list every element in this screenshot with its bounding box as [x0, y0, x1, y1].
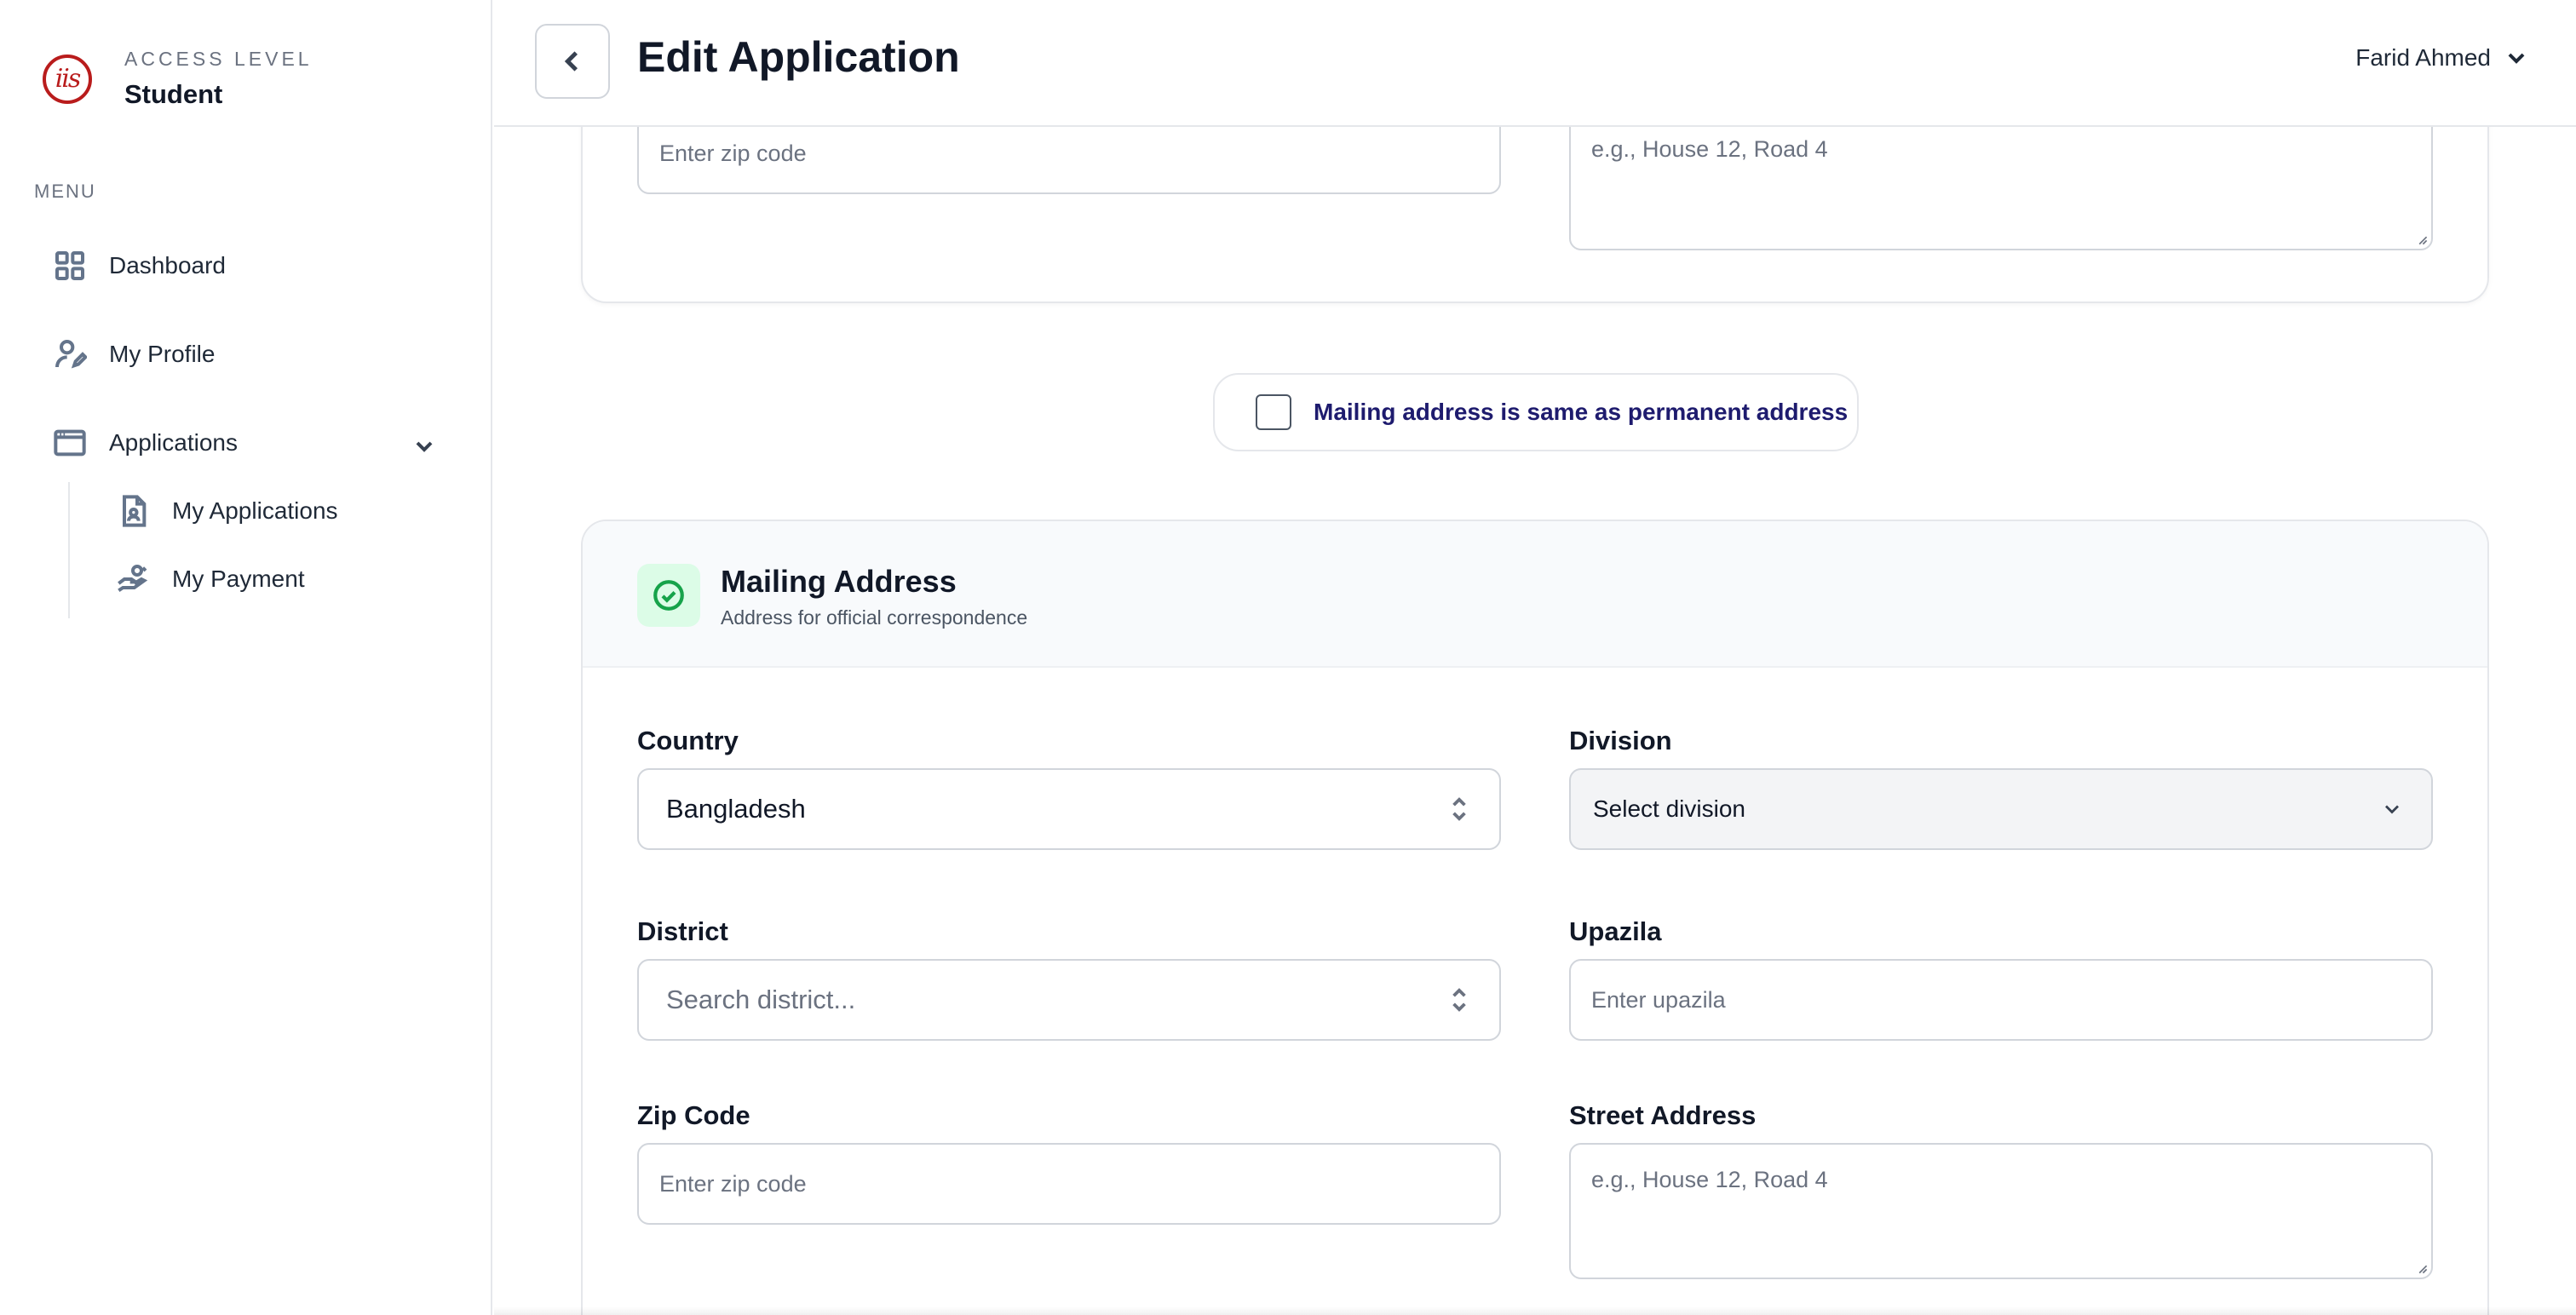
access-level: ACCESS LEVEL Student	[124, 48, 313, 110]
user-menu[interactable]: Farid Ahmed	[2355, 44, 2530, 72]
submenu-guide-line	[68, 482, 70, 618]
sidebar-item-applications[interactable]: Applications	[53, 426, 238, 460]
street-address-placeholder: e.g., House 12, Road 4	[1591, 136, 1828, 162]
sidebar-item-label: Applications	[109, 429, 238, 456]
upazila-input[interactable]: Enter upazila	[1569, 959, 2433, 1041]
permanent-street-address-input[interactable]: e.g., House 12, Road 4	[1569, 112, 2433, 250]
check-circle-icon	[637, 564, 700, 627]
sidebar-item-label: My Profile	[109, 341, 216, 367]
sidebar-item-my-applications[interactable]: My Applications	[116, 494, 338, 528]
zip-code-placeholder: Enter zip code	[659, 140, 807, 166]
district-select[interactable]: Search district...	[637, 959, 1501, 1041]
chevron-down-icon	[2385, 805, 2399, 814]
user-name: Farid Ahmed	[2355, 44, 2491, 71]
mailing-address-card: Mailing Address Address for official cor…	[581, 520, 2489, 1315]
same-address-label: Mailing address is same as permanent add…	[1314, 399, 1849, 425]
resize-handle-icon[interactable]	[2416, 1262, 2428, 1274]
country-label: Country	[637, 726, 739, 755]
district-placeholder: Search district...	[666, 985, 856, 1014]
country-value: Bangladesh	[666, 794, 806, 824]
division-value: Select division	[1593, 795, 1745, 822]
resize-handle-icon[interactable]	[2416, 233, 2428, 245]
hand-money-icon	[118, 565, 148, 592]
main-content: Enter zip code e.g., House 12, Road 4 Ma…	[494, 0, 2576, 1315]
country-select[interactable]: Bangladesh	[637, 768, 1501, 850]
top-header: Edit Application Farid Ahmed	[494, 0, 2576, 127]
user-edit-icon	[55, 340, 87, 369]
chevron-down-icon	[2508, 53, 2525, 64]
back-button[interactable]	[535, 24, 610, 99]
zip-code-label: Zip Code	[637, 1100, 750, 1130]
logo[interactable]: iis	[43, 54, 92, 104]
chevron-up-down-icon	[1452, 797, 1466, 821]
browser-window-icon	[54, 429, 86, 457]
sidebar-item-label: My Applications	[172, 497, 338, 524]
sidebar-item-dashboard[interactable]: Dashboard	[53, 249, 226, 283]
street-address-placeholder: e.g., House 12, Road 4	[1591, 1167, 1828, 1192]
access-level-label: ACCESS LEVEL	[124, 48, 313, 70]
division-select[interactable]: Select division	[1569, 768, 2433, 850]
same-address-toggle[interactable]: Mailing address is same as permanent add…	[1213, 373, 1859, 451]
division-label: Division	[1569, 726, 1672, 755]
chevron-left-icon	[564, 51, 578, 72]
brand: iis ACCESS LEVEL Student	[43, 48, 313, 110]
upazila-label: Upazila	[1569, 916, 1662, 946]
sidebar-item-label: My Payment	[172, 566, 305, 592]
sidebar: iis ACCESS LEVEL Student MENU Dashboard …	[0, 0, 492, 1315]
sidebar-item-label: Dashboard	[109, 252, 226, 279]
grid-icon	[55, 251, 84, 280]
upazila-placeholder: Enter upazila	[1591, 986, 1726, 1013]
zip-code-placeholder: Enter zip code	[659, 1170, 807, 1197]
access-level-value: Student	[124, 79, 223, 109]
mailing-address-title: Mailing Address	[721, 564, 957, 599]
district-label: District	[637, 916, 728, 946]
mailing-address-header: Mailing Address Address for official cor…	[583, 521, 2487, 668]
document-user-icon	[123, 495, 147, 527]
bottom-shadow	[494, 1306, 2576, 1315]
menu-label: MENU	[34, 181, 96, 202]
sidebar-item-my-profile[interactable]: My Profile	[53, 337, 215, 371]
mailing-street-address-input[interactable]: e.g., House 12, Road 4	[1569, 1143, 2433, 1279]
same-address-checkbox[interactable]	[1256, 394, 1291, 430]
sidebar-item-my-payment[interactable]: My Payment	[116, 562, 305, 596]
mailing-zip-code-input[interactable]: Enter zip code	[637, 1143, 1501, 1225]
street-address-label: Street Address	[1569, 1100, 1757, 1130]
page-title: Edit Application	[637, 33, 960, 81]
chevron-down-icon[interactable]	[411, 433, 438, 460]
chevron-up-down-icon	[1452, 988, 1466, 1012]
mailing-address-subtitle: Address for official correspondence	[721, 606, 1028, 629]
